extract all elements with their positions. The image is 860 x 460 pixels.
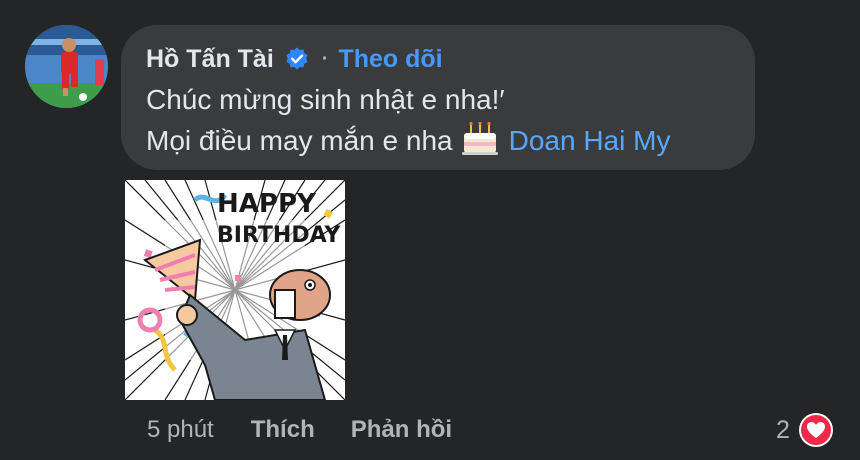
comment-bubble: Hồ Tấn Tài · Theo dõi Chúc mừng sinh nhậ…: [121, 25, 755, 170]
reaction-count: 2: [776, 415, 790, 444]
comment-text-line1: Chúc mừng sinh nhật e nha!′: [146, 84, 505, 115]
timestamp[interactable]: 5 phút: [147, 416, 214, 444]
sticker-art: HAPPY BIRTHDAY: [125, 180, 345, 400]
verified-badge-icon: [284, 46, 310, 72]
comment-header: Hồ Tấn Tài · Theo dõi: [146, 42, 443, 76]
birthday-sticker[interactable]: HAPPY BIRTHDAY: [125, 180, 345, 400]
comment-text-line2: Mọi điều may mắn e nha Doan Hai My: [146, 120, 671, 159]
sticker-title-birthday: BIRTHDAY: [217, 223, 342, 248]
avatar[interactable]: [25, 25, 108, 108]
separator-dot: ·: [321, 47, 329, 70]
author-name[interactable]: Hồ Tấn Tài: [146, 45, 274, 74]
follow-button[interactable]: Theo dõi: [338, 45, 442, 74]
comment-text-line2-body: Mọi điều may mắn e nha: [146, 125, 453, 156]
mention-link[interactable]: Doan Hai My: [509, 125, 671, 156]
comment-actions: 5 phút Thích Phản hồi: [147, 412, 452, 448]
sticker-title-happy: HAPPY: [217, 189, 317, 219]
birthday-cake-icon: [461, 120, 499, 156]
like-button[interactable]: Thích: [251, 416, 315, 444]
heart-icon: [798, 412, 834, 448]
comment-thread: Hồ Tấn Tài · Theo dõi Chúc mừng sinh nhậ…: [0, 0, 860, 460]
reply-button[interactable]: Phản hồi: [351, 416, 452, 444]
reaction-summary[interactable]: 2: [776, 410, 834, 450]
